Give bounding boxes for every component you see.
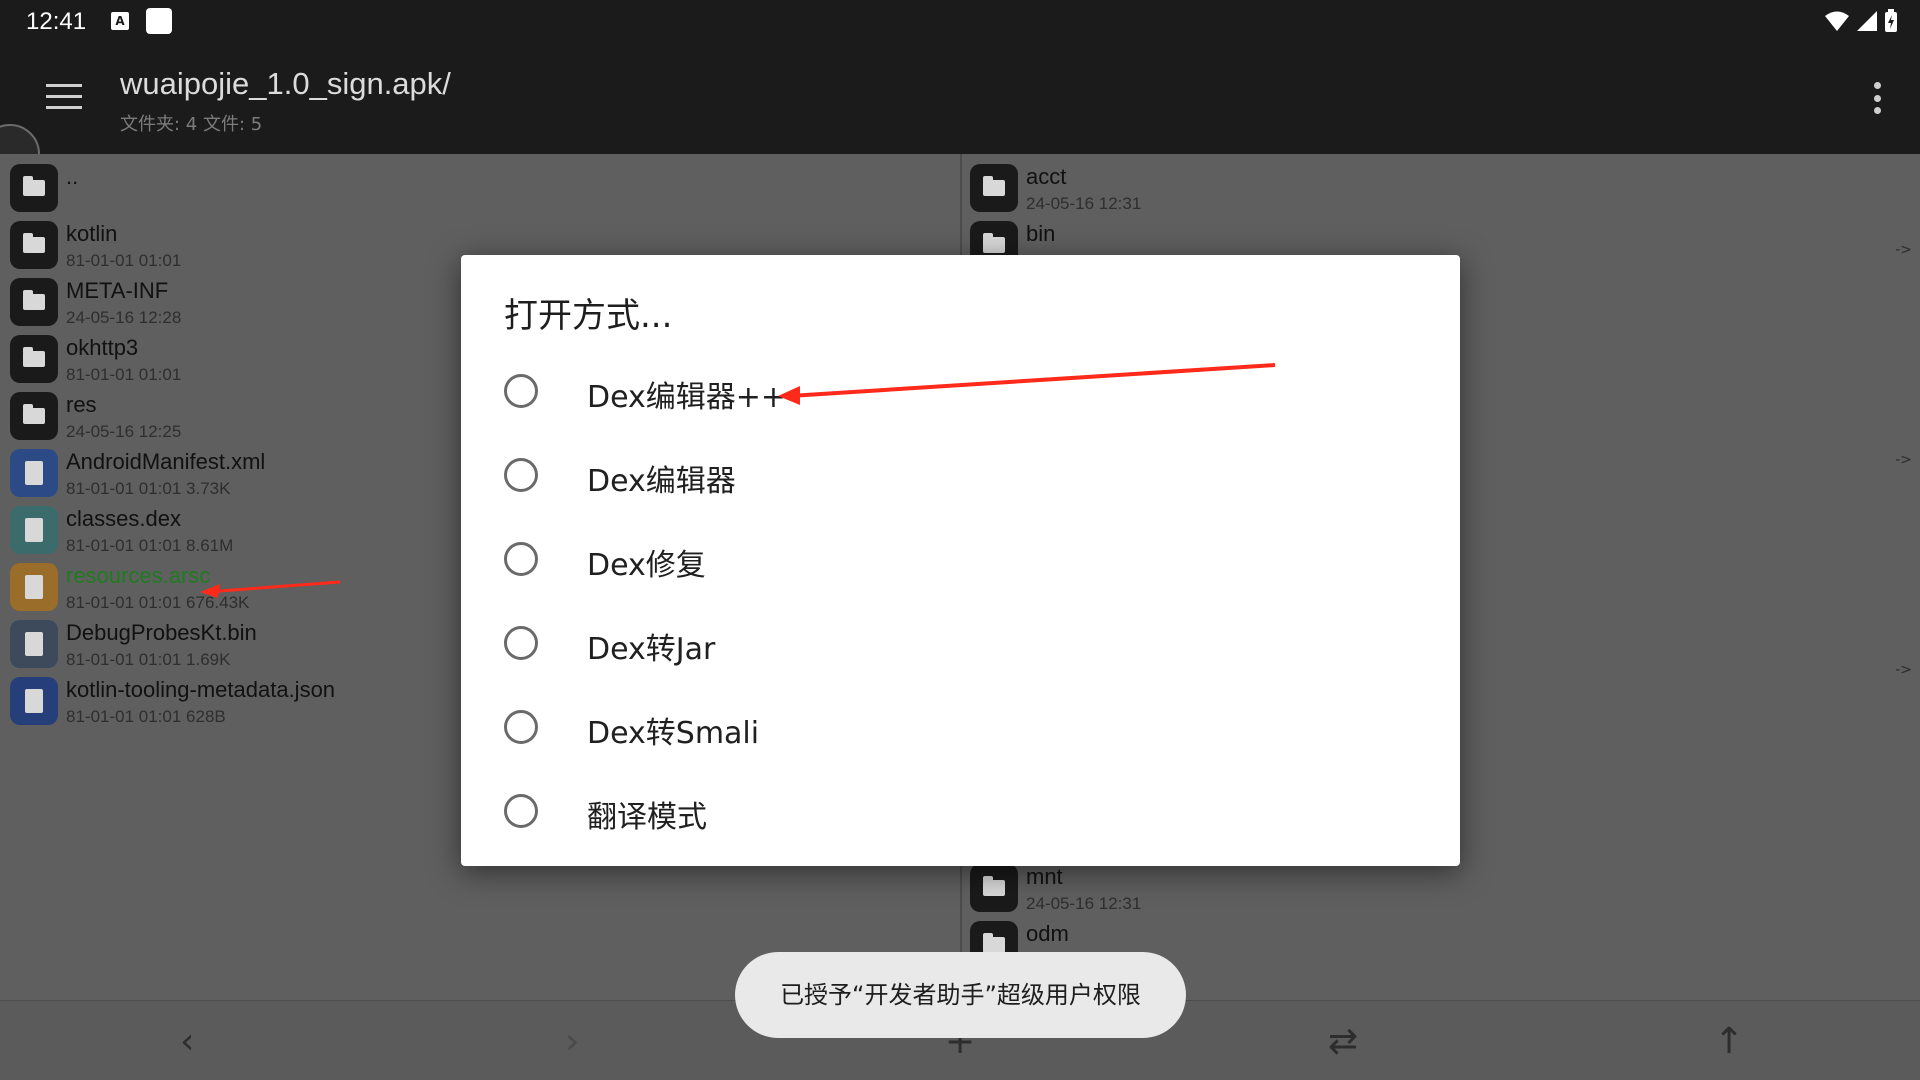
option-dex-repair[interactable]: Dex修复: [504, 528, 1404, 588]
item-name: acct: [1026, 164, 1067, 189]
option-label: Dex转Jar: [587, 632, 716, 667]
option-dex-to-smali[interactable]: Dex转Smali: [504, 696, 1404, 756]
item-name: bin: [1026, 221, 1056, 246]
folder-icon: [10, 221, 58, 269]
keyboard-indicator-icon: A: [111, 12, 129, 30]
dex-file-icon: [10, 506, 58, 554]
item-name: mnt: [1026, 864, 1063, 889]
option-label: Dex转Smali: [587, 716, 760, 751]
open-with-dialog: 打开方式... Dex编辑器++ Dex编辑器 Dex修复 Dex转Jar De…: [461, 255, 1460, 866]
option-translate-mode[interactable]: 翻译模式: [504, 780, 1404, 840]
notification-square-icon: [146, 8, 172, 34]
back-button[interactable]: ‹: [180, 1021, 194, 1062]
option-dex-editor-plus[interactable]: Dex编辑器++: [504, 360, 1404, 420]
folder-icon: [970, 864, 1018, 912]
wifi-icon: [1825, 11, 1849, 31]
list-item[interactable]: acct 24-05-16 12:31: [970, 154, 1910, 214]
option-dex-editor[interactable]: Dex编辑器: [504, 444, 1404, 504]
radio-button[interactable]: [504, 542, 538, 576]
status-time: 12:41: [26, 8, 87, 35]
list-item-parent[interactable]: ..: [10, 154, 950, 214]
forward-button[interactable]: ›: [565, 1021, 579, 1062]
status-icons: [1824, 9, 1898, 33]
item-name: ..: [66, 164, 79, 189]
signal-icon: [1857, 11, 1877, 31]
folder-icon: [10, 278, 58, 326]
option-label: 翻译模式: [587, 800, 707, 835]
symlink-marker: ->: [1895, 242, 1912, 258]
path-title: wuaipojie_1.0_sign.apk/: [120, 66, 451, 101]
radio-button[interactable]: [504, 626, 538, 660]
item-name: odm: [1026, 921, 1069, 946]
status-bar: 12:41 A: [0, 0, 1920, 44]
folder-icon: [10, 164, 58, 212]
radio-button[interactable]: [504, 710, 538, 744]
bin-file-icon: [10, 620, 58, 668]
json-file-icon: [10, 677, 58, 725]
item-name: META-INF: [66, 278, 169, 303]
item-name: okhttp3: [66, 335, 139, 360]
radio-button[interactable]: [504, 374, 538, 408]
symlink-marker: ->: [1895, 662, 1912, 678]
item-name: resources.arsc: [66, 563, 211, 588]
more-options-icon[interactable]: [1872, 82, 1882, 114]
item-name: res: [66, 392, 97, 417]
radio-button[interactable]: [504, 458, 538, 492]
option-label: Dex编辑器++: [587, 380, 787, 415]
dialog-title: 打开方式...: [504, 296, 673, 336]
item-meta: 81-01-01 01:01 628B: [66, 707, 226, 726]
option-label: Dex编辑器: [587, 464, 736, 499]
folder-file-count: 文件夹: 4 文件: 5: [120, 114, 263, 135]
folder-icon: [970, 164, 1018, 212]
go-up-button[interactable]: ↑: [1714, 1021, 1744, 1062]
app-toolbar: wuaipojie_1.0_sign.apk/ 文件夹: 4 文件: 5: [0, 44, 1920, 184]
item-name: DebugProbesKt.bin: [66, 620, 257, 645]
symlink-marker: ->: [1895, 452, 1912, 468]
arsc-file-icon: [10, 563, 58, 611]
xml-file-icon: [10, 449, 58, 497]
option-dex-to-jar[interactable]: Dex转Jar: [504, 612, 1404, 672]
swap-panes-button[interactable]: ⇄: [1328, 1021, 1358, 1062]
hamburger-menu-icon[interactable]: [46, 84, 82, 112]
folder-icon: [10, 335, 58, 383]
item-name: classes.dex: [66, 506, 181, 531]
item-name: kotlin-tooling-metadata.json: [66, 677, 336, 702]
folder-icon: [10, 392, 58, 440]
toast-message: 已授予“开发者助手”超级用户权限: [735, 952, 1186, 1038]
item-name: kotlin: [66, 221, 118, 246]
radio-button[interactable]: [504, 794, 538, 828]
option-label: Dex修复: [587, 548, 706, 583]
battery-icon: [1885, 9, 1897, 32]
item-name: AndroidManifest.xml: [66, 449, 266, 474]
